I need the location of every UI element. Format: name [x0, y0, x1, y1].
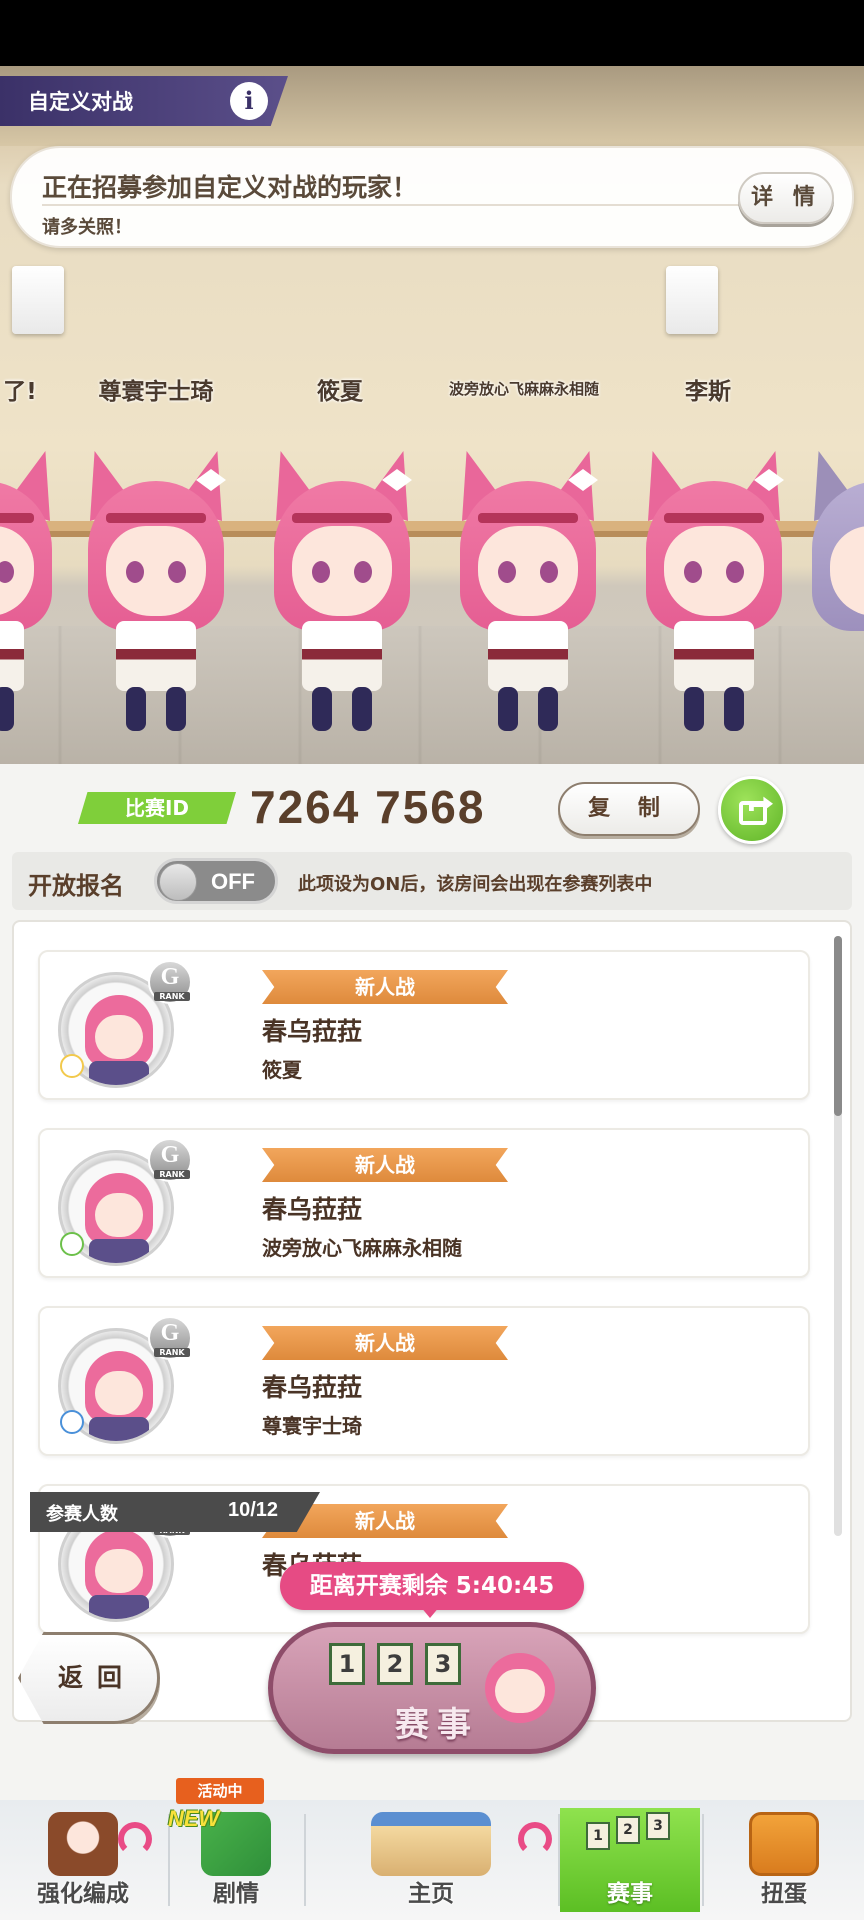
- toggle-state: OFF: [211, 869, 255, 894]
- nav-item-race[interactable]: 1 2 3 赛事: [560, 1808, 700, 1912]
- horse-name: 春乌菈菈: [262, 1195, 363, 1224]
- nav-item-enhance[interactable]: 强化编成: [0, 1808, 166, 1912]
- condition-icon: [60, 1410, 84, 1434]
- countdown-text: 距离开赛剩余 5:40:45: [309, 1573, 555, 1599]
- player-name: 筱夏: [317, 379, 363, 405]
- nav-item-home[interactable]: 主页: [306, 1808, 556, 1912]
- new-tag: NEW: [168, 1806, 220, 1831]
- race-flag: 2: [377, 1643, 413, 1685]
- race-flags-icon: 1 2 3: [582, 1812, 678, 1876]
- notice-main-text: 正在招募参加自定义对战的玩家！: [42, 173, 418, 202]
- race-class-ribbon: 新人战: [262, 1326, 508, 1360]
- nav-label: 剧情: [213, 1881, 259, 1907]
- nav-item-gacha[interactable]: 扭蛋: [704, 1808, 864, 1912]
- nav-label: 扭蛋: [761, 1881, 807, 1907]
- open-registration-toggle[interactable]: OFF: [154, 858, 278, 904]
- player-name: 尊寰宇士琦: [98, 379, 214, 405]
- horseshoe-icon: [518, 1822, 552, 1856]
- notice-divider: [42, 204, 742, 206]
- match-id-row: 比赛ID 7264 7568 复 制: [0, 764, 864, 854]
- race-class-ribbon: 新人战: [262, 1148, 508, 1182]
- back-button[interactable]: 返回: [18, 1632, 160, 1724]
- horse-name: 春乌菈菈: [262, 1373, 363, 1402]
- gacha-door-icon: [749, 1812, 819, 1876]
- nav-label: 强化编成: [37, 1881, 129, 1907]
- screen-title-text: 自定义对战: [28, 90, 133, 114]
- open-registration-row: 开放报名 OFF 此项设为ON后，该房间会出现在参赛列表中: [12, 852, 852, 910]
- wall-lamp: [12, 266, 64, 334]
- horseshoe-icon: [118, 1822, 152, 1856]
- nav-label: 赛事: [607, 1881, 653, 1907]
- player-name: 李斯: [685, 379, 731, 405]
- condition-icon: [60, 1232, 84, 1256]
- character-sprite[interactable]: [634, 451, 794, 751]
- wall-lamp: [666, 266, 718, 334]
- toggle-knob: [159, 863, 197, 901]
- character-sprite[interactable]: [448, 451, 608, 751]
- participant-count-value: 10/12: [228, 1499, 279, 1521]
- race-flag: 3: [425, 1643, 461, 1685]
- match-id-value: 7264 7568: [250, 781, 486, 833]
- participant-count: 参赛人数 10/12: [30, 1492, 320, 1532]
- rank-badge: GRANK: [148, 960, 192, 1004]
- race-flag: 1: [329, 1643, 365, 1685]
- character-sprite[interactable]: [800, 451, 864, 751]
- info-icon[interactable]: i: [230, 82, 268, 120]
- rank-badge: GRANK: [148, 1138, 192, 1182]
- copy-button[interactable]: 复 制: [558, 782, 700, 836]
- list-item[interactable]: G RANK 新人战 春乌菈菈 波旁放心飞麻麻永相随: [38, 1128, 810, 1278]
- enhance-character-icon: [48, 1812, 118, 1876]
- race-button-label: 赛事: [395, 1705, 479, 1745]
- character-sprite[interactable]: [76, 451, 236, 751]
- scrollbar-thumb[interactable]: [834, 936, 842, 1116]
- race-class-ribbon: 新人战: [262, 970, 508, 1004]
- list-item[interactable]: G RANK 新人战 春乌菈菈 尊寰宇士琦: [38, 1306, 810, 1456]
- nav-label: 主页: [408, 1881, 454, 1907]
- open-registration-label: 开放报名: [28, 872, 124, 900]
- race-button[interactable]: 1 2 3 赛事: [268, 1622, 596, 1754]
- participant-count-label: 参赛人数: [46, 1504, 118, 1525]
- share-icon[interactable]: [718, 776, 786, 844]
- detail-button[interactable]: 详 情: [738, 172, 834, 224]
- lobby-scene: 自定义对战 i 正在招募参加自定义对战的玩家！ 请多关照！ 详 情 了! 尊寰宇…: [0, 66, 864, 764]
- rank-badge: GRANK: [148, 1316, 192, 1360]
- home-building-icon: [371, 1812, 491, 1876]
- trainer-name: 波旁放心飞麻麻永相随: [262, 1236, 462, 1260]
- trainer-name: 尊寰宇士琦: [262, 1414, 362, 1438]
- horse-name: 春乌菈菈: [262, 1017, 363, 1046]
- trainer-name: 筱夏: [262, 1058, 302, 1082]
- condition-icon: [60, 1054, 84, 1078]
- start-countdown: 距离开赛剩余 5:40:45: [280, 1562, 584, 1618]
- match-id-label: 比赛ID: [78, 792, 236, 824]
- character-sprite[interactable]: [0, 451, 64, 751]
- bottom-nav: 强化编成 剧情 活动中 NEW 主页 1 2 3 赛事 扭蛋: [0, 1778, 864, 1920]
- list-item[interactable]: G RANK 新人战 春乌菈菈 筱夏: [38, 950, 810, 1100]
- open-registration-note: 此项设为ON后，该房间会出现在参赛列表中: [298, 874, 653, 895]
- list-scrollbar[interactable]: [834, 936, 842, 1536]
- recruit-notice: 正在招募参加自定义对战的玩家！ 请多关照！ 详 情: [10, 146, 854, 248]
- notice-sub-text: 请多关照！: [42, 217, 132, 238]
- player-name: 波旁放心飞麻麻永相随: [448, 380, 599, 398]
- event-badge: 活动中: [176, 1778, 264, 1804]
- character-sprite[interactable]: [262, 451, 422, 751]
